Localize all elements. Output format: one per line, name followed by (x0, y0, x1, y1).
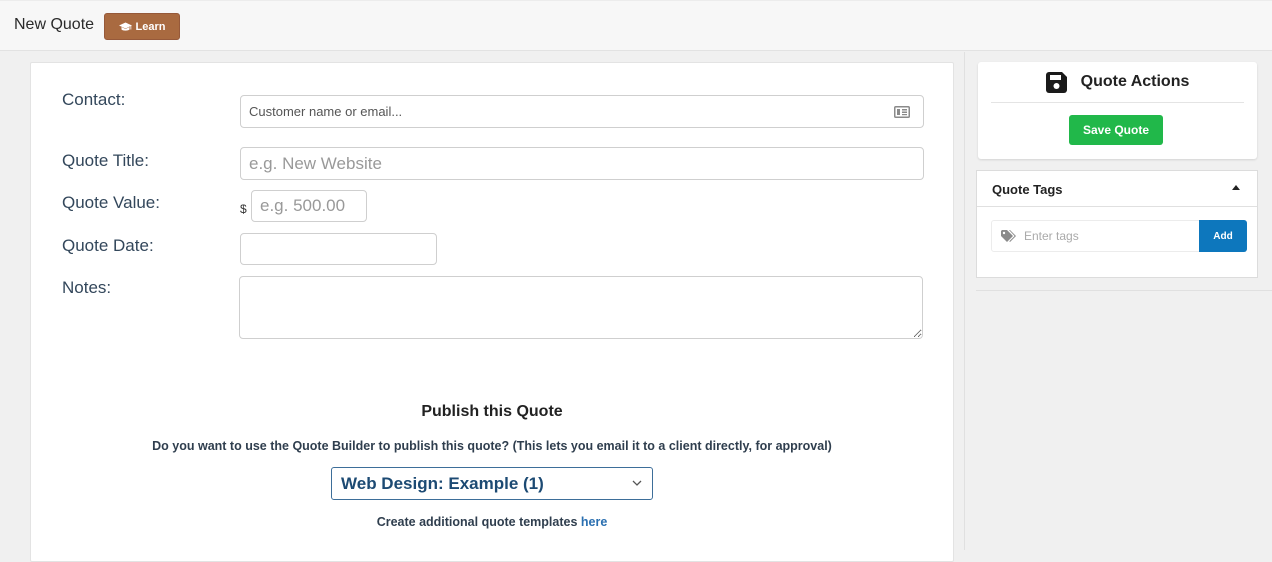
page-header: New Quote Learn (0, 0, 1272, 51)
sidebar-divider (976, 290, 1272, 291)
quote-tags-header[interactable]: Quote Tags (977, 171, 1257, 207)
save-quote-button[interactable]: Save Quote (1069, 115, 1163, 145)
quote-date-label: Quote Date: (62, 236, 154, 255)
notes-textarea[interactable] (239, 276, 923, 339)
tags-input[interactable] (1024, 221, 1199, 251)
contact-label: Contact: (62, 90, 126, 109)
chevron-down-icon (632, 480, 642, 486)
main-column: Contact: Quote Title: Quote Value: $ Quo… (0, 52, 965, 562)
page-title: New Quote (14, 16, 95, 33)
save-floppy-icon (1045, 71, 1067, 93)
tags-input-group: Add (991, 220, 1247, 252)
templates-note: Create additional quote templates here (31, 515, 953, 529)
contact-input[interactable] (240, 95, 924, 128)
quote-actions-header: Quote Actions (991, 62, 1244, 103)
caret-up-icon[interactable] (1232, 185, 1240, 191)
publish-description: Do you want to use the Quote Builder to … (152, 439, 832, 453)
add-tag-button[interactable]: Add (1199, 220, 1247, 252)
address-card-icon[interactable] (894, 106, 910, 118)
quote-actions-title: Quote Actions (1080, 73, 1190, 90)
quote-value-label: Quote Value: (62, 193, 160, 212)
tags-icon (1001, 230, 1016, 242)
quote-form-card: Contact: Quote Title: Quote Value: $ Quo… (30, 62, 954, 562)
quote-title-input[interactable] (240, 147, 924, 180)
quote-actions-card: Quote Actions Save Quote (978, 62, 1257, 159)
graduation-cap-icon (118, 22, 132, 31)
publish-section-title: Publish this Quote (421, 403, 563, 420)
quote-template-select[interactable]: Web Design: Example (1) (331, 467, 653, 500)
quote-tags-title: Quote Tags (992, 182, 1063, 197)
notes-label: Notes: (62, 278, 112, 297)
templates-here-link[interactable]: here (581, 515, 607, 529)
quote-date-input[interactable] (240, 233, 437, 265)
learn-button[interactable]: Learn (104, 13, 180, 40)
template-selected-value: Web Design: Example (1) (341, 473, 544, 493)
quote-tags-card: Quote Tags Add (976, 170, 1258, 278)
quote-title-label: Quote Title: (62, 151, 149, 170)
quote-value-input[interactable] (251, 190, 367, 222)
currency-symbol: $ (240, 202, 247, 216)
templates-note-text: Create additional quote templates (376, 515, 581, 529)
sidebar: Quote Actions Save Quote Quote Tags Add (966, 52, 1272, 550)
learn-button-label: Learn (135, 20, 166, 33)
